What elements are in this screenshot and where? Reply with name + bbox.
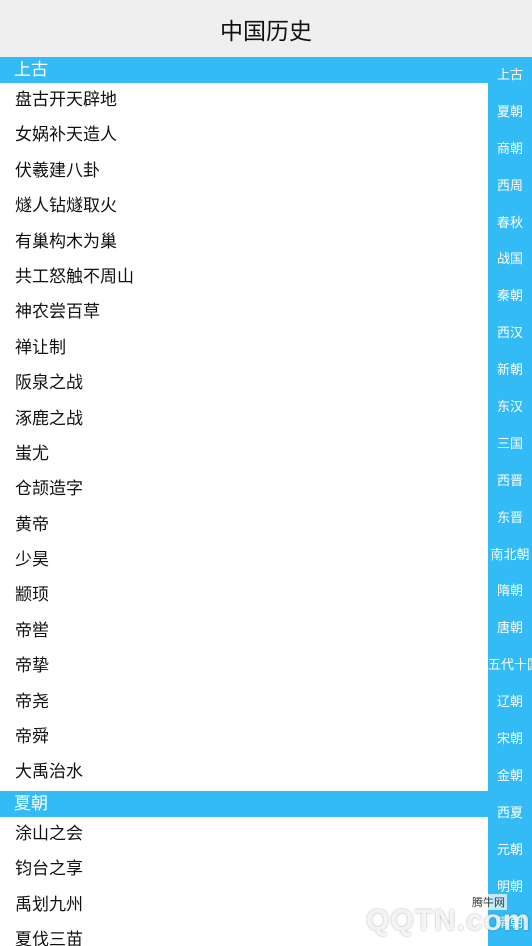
history-list[interactable]: 上古 盘古开天辟地 女娲补天造人 伏羲建八卦 燧人钻燧取火 有巢构木为巢 共工怒… — [0, 57, 488, 946]
index-item[interactable]: 金朝 — [488, 759, 532, 796]
app-header: 中国历史 — [0, 0, 532, 58]
index-item[interactable]: 南北朝 — [488, 538, 532, 575]
index-item[interactable]: 春秋 — [488, 206, 532, 243]
index-item[interactable]: 战国 — [488, 242, 532, 279]
section-header-shanggu: 上古 — [0, 57, 488, 83]
index-item[interactable]: 东汉 — [488, 390, 532, 427]
index-item[interactable]: 元朝 — [488, 833, 532, 870]
list-item[interactable]: 阪泉之战 — [0, 366, 488, 402]
list-item[interactable]: 神农尝百草 — [0, 295, 488, 331]
list-item[interactable]: 女娲补天造人 — [0, 118, 488, 154]
index-item[interactable]: 新朝 — [488, 353, 532, 390]
index-item[interactable]: 宋朝 — [488, 722, 532, 759]
list-item[interactable]: 夏伐三苗 — [0, 922, 488, 946]
list-item[interactable]: 帝舜 — [0, 720, 488, 756]
list-item[interactable]: 燧人钻燧取火 — [0, 189, 488, 225]
index-item[interactable]: 隋朝 — [488, 574, 532, 611]
list-item[interactable]: 仓颉造字 — [0, 472, 488, 508]
index-item[interactable]: 夏朝 — [488, 95, 532, 132]
list-item[interactable]: 帝挚 — [0, 649, 488, 685]
list-item[interactable]: 帝尧 — [0, 684, 488, 721]
list-item[interactable]: 颛顼 — [0, 578, 488, 614]
index-item[interactable]: 商朝 — [488, 132, 532, 169]
index-item[interactable]: 唐朝 — [488, 611, 532, 648]
list-item[interactable]: 帝喾 — [0, 613, 488, 650]
index-item[interactable]: 五代十国 — [488, 648, 532, 685]
index-item[interactable]: 西晋 — [488, 464, 532, 501]
index-item[interactable]: 上古 — [488, 58, 532, 95]
index-item[interactable]: 辽朝 — [488, 685, 532, 722]
list-item[interactable]: 涿鹿之战 — [0, 401, 488, 437]
list-item[interactable]: 涂山之会 — [0, 816, 488, 853]
index-item[interactable]: 秦朝 — [488, 279, 532, 316]
index-item[interactable]: 西夏 — [488, 796, 532, 833]
list-item[interactable]: 禹划九州 — [0, 887, 488, 923]
index-item[interactable]: 明朝 — [488, 870, 532, 907]
index-item[interactable]: 清朝 — [488, 906, 532, 943]
section-index-bar[interactable]: 上古 夏朝 商朝 西周 春秋 战国 秦朝 西汉 新朝 东汉 三国 西晋 东晋 南… — [488, 57, 532, 946]
list-item[interactable]: 钧台之享 — [0, 852, 488, 888]
index-item[interactable]: 西汉 — [488, 316, 532, 353]
list-item[interactable]: 伏羲建八卦 — [0, 153, 488, 190]
list-item[interactable]: 盘古开天辟地 — [0, 83, 488, 119]
index-item[interactable]: 三国 — [488, 427, 532, 464]
list-item[interactable]: 禅让制 — [0, 330, 488, 367]
index-item[interactable]: 东晋 — [488, 501, 532, 538]
list-item[interactable]: 共工怒触不周山 — [0, 259, 488, 296]
list-item[interactable]: 黄帝 — [0, 507, 488, 544]
list-item[interactable]: 大禹治水 — [0, 755, 488, 791]
section-header-xia: 夏朝 — [0, 790, 488, 817]
list-item[interactable]: 蚩尤 — [0, 436, 488, 473]
page-title: 中国历史 — [220, 18, 312, 45]
index-item[interactable]: 西周 — [488, 169, 532, 206]
list-item[interactable]: 有巢构木为巢 — [0, 224, 488, 260]
list-item[interactable]: 少昊 — [0, 543, 488, 579]
